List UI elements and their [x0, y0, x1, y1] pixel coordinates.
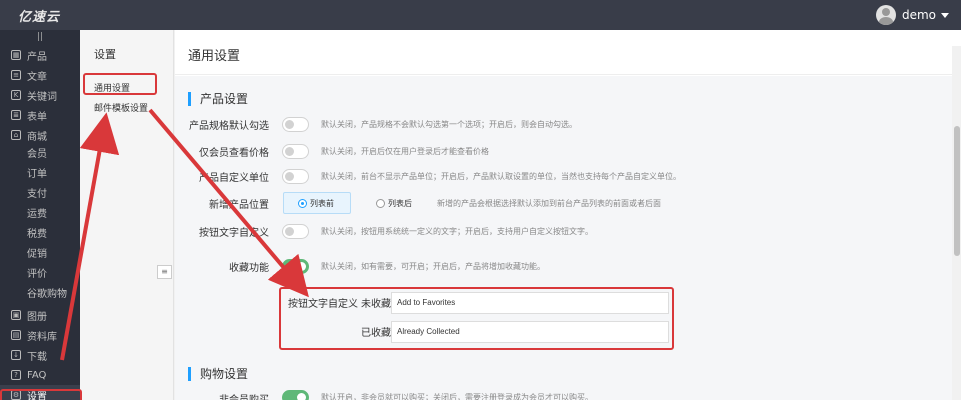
section-title-purchase: 购物设置 [188, 367, 248, 381]
settings-content: 产品设置 产品规格默认勾选 默认关闭，产品规格不会默认勾选第一个选项；开启后，则… [175, 76, 961, 400]
section-title-product: 产品设置 [188, 92, 248, 106]
favorited-input[interactable]: Already Collected [391, 321, 669, 343]
sidebar-item-products[interactable]: ▦ 产品 [0, 45, 80, 65]
top-bar: 亿速云 demo [0, 0, 961, 30]
radio-list-front[interactable]: 列表前 [298, 198, 334, 209]
setting-label-custom-unit: 产品自定义单位 [199, 173, 269, 184]
fav-group-label: 按钮文字自定义 [288, 299, 358, 310]
sidebar-item-faq[interactable]: ? FAQ [0, 365, 80, 385]
toggle-member-price[interactable] [282, 144, 309, 159]
hint-new-product-position: 新增的产品会根据选择默认添加到前台产品列表的前面或者后面 [437, 199, 661, 208]
radio-list-back[interactable]: 列表后 [376, 198, 412, 209]
toggle-custom-unit[interactable] [282, 169, 309, 184]
favorited-label: 已收藏 [361, 328, 391, 339]
sidebar-item-gallery[interactable]: ▣ 图册 [0, 305, 80, 325]
hint-spec-default: 默认关闭，产品规格不会默认勾选第一个选项；开启后，则会自动勾选。 [321, 120, 577, 129]
sidebar-subitem-google-shopping[interactable]: 谷歌购物 [0, 285, 80, 305]
keyword-icon: K [11, 90, 21, 100]
user-menu[interactable]: demo [875, 5, 949, 25]
sidebar-item-keywords[interactable]: K 关键词 [0, 85, 80, 105]
shop-icon: ⌂ [11, 130, 21, 140]
page-title: 通用设置 [188, 49, 241, 64]
grid-icon: ▦ [11, 50, 21, 60]
image-icon: ▣ [11, 310, 21, 320]
sidebar-item-articles[interactable]: ≡ 文章 [0, 65, 80, 85]
sidebar-item-shop[interactable]: ⌂ 商城 [0, 125, 80, 145]
sidebar-subitem-members[interactable]: 会员 [0, 145, 80, 165]
submenu-title: 设置 [94, 48, 116, 61]
toggle-guest-purchase[interactable] [282, 390, 309, 400]
setting-label-favorites: 收藏功能 [229, 263, 269, 274]
page-header: 通用设置 [175, 30, 961, 75]
radio-checked-icon [298, 199, 307, 208]
sidebar-subitem-promotion[interactable]: 促销 [0, 245, 80, 265]
submenu-item-email-template[interactable]: 邮件模板设置 [94, 101, 148, 114]
sidebar-subitem-orders[interactable]: 订单 [0, 165, 80, 185]
download-icon: ↓ [11, 350, 21, 360]
hint-favorites: 默认关闭，如有需要，可开启；开启后，产品将增加收藏功能。 [321, 262, 545, 271]
toggle-button-text[interactable] [282, 224, 309, 239]
user-name: demo [901, 8, 936, 22]
not-favorited-input[interactable]: Add to Favorites [391, 292, 669, 314]
main-scrollbar[interactable] [952, 46, 961, 400]
sidebar-subitem-reviews[interactable]: 评价 [0, 265, 80, 285]
annotation-box-settings-nav [0, 389, 82, 400]
scrollbar-thumb[interactable] [954, 126, 960, 256]
setting-label-button-text: 按钮文字自定义 [199, 228, 269, 239]
sidebar-item-library[interactable]: ▤ 资料库 [0, 325, 80, 345]
main-sidebar: || ▦ 产品 ≡ 文章 K 关键词 ≣ 表单 ⌂ 商城 会员 订单 支付 运费 税费 促… [0, 30, 80, 400]
setting-label-new-product-position: 新增产品位置 [209, 200, 269, 211]
toggle-favorites[interactable] [282, 259, 309, 274]
sidebar-subitem-tax[interactable]: 税费 [0, 225, 80, 245]
hint-button-text: 默认关闭，按钮用系统统一定义的文字；开启后，支持用户自定义按钮文字。 [321, 227, 593, 236]
faq-icon: ? [11, 370, 21, 380]
library-icon: ▤ [11, 330, 21, 340]
setting-label-member-price: 仅会员查看价格 [199, 148, 269, 159]
form-icon: ≣ [11, 110, 21, 120]
sidebar-item-download[interactable]: ↓ 下载 [0, 345, 80, 365]
submenu-toggle-icon[interactable]: ≡ [157, 265, 172, 279]
sidebar-subitem-shipping[interactable]: 运费 [0, 205, 80, 225]
setting-label-spec-default: 产品规格默认勾选 [189, 121, 269, 132]
toggle-spec-default[interactable] [282, 117, 309, 132]
avatar-icon [875, 5, 896, 25]
setting-label-guest-purchase: 非会员购买 [219, 391, 269, 400]
main-panel: 通用设置 产品设置 产品规格默认勾选 默认关闭，产品规格不会默认勾选第一个选项；… [175, 30, 961, 400]
sidebar-subitem-payment[interactable]: 支付 [0, 185, 80, 205]
chevron-down-icon [941, 12, 949, 18]
sidebar-collapse-icon[interactable]: || [0, 30, 80, 45]
favorite-button-text-panel: 按钮文字自定义 未收藏 Add to Favorites 已收藏 Already… [279, 287, 674, 350]
hint-custom-unit: 默认关闭，前台不显示产品单位；开启后，产品默认取设置的单位，当然也支持每个产品自… [321, 172, 681, 181]
hint-member-price: 默认关闭，开启后仅在用户登录后才能查看价格 [321, 147, 489, 156]
hint-guest-purchase: 默认开启，非会员就可以购买；关闭后，需要注册登录成为会员才可以购买。 [321, 393, 593, 400]
app-logo[interactable]: 亿速云 [18, 6, 60, 25]
not-favorited-label: 未收藏 [361, 299, 391, 310]
sidebar-item-forms[interactable]: ≣ 表单 [0, 105, 80, 125]
radio-unchecked-icon [376, 199, 385, 208]
annotation-box-general-settings [83, 73, 157, 95]
document-icon: ≡ [11, 70, 21, 80]
